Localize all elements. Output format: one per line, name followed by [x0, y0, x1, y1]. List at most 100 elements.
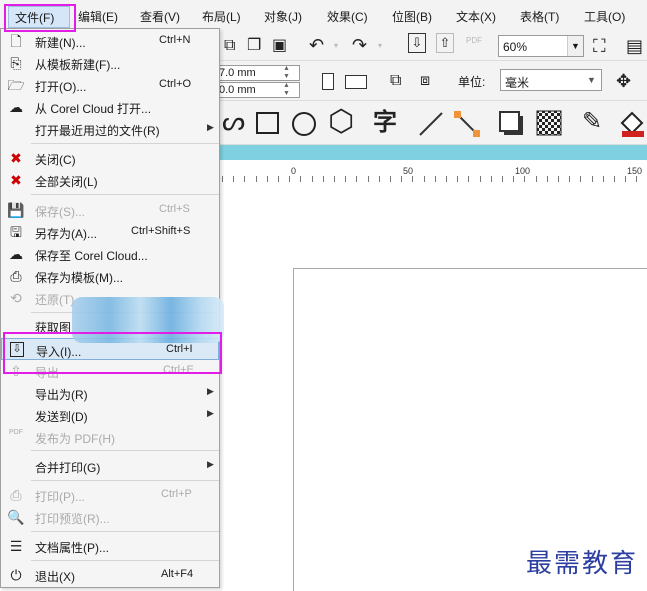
menu-item-label: 打开最近用过的文件(R) — [35, 124, 160, 138]
menu-item-label: 从模板新建(F)... — [35, 58, 121, 72]
menu-table[interactable]: 表格(T) — [520, 8, 559, 25]
unit-value: 毫米 — [505, 76, 530, 90]
drop-shadow-icon[interactable] — [497, 109, 527, 139]
folder-open-icon: 🗁 — [7, 77, 25, 93]
freehand-icon[interactable]: ᔕ — [222, 108, 245, 134]
ruler-tick — [222, 176, 223, 182]
menu-separator — [31, 560, 219, 561]
menu-item-save-as-template[interactable]: ⎙ 保存为模板(M)... — [1, 265, 219, 287]
stepper-icon[interactable]: ▲ ▼ — [283, 65, 290, 81]
height-value: 0.0 mm — [219, 84, 256, 96]
undo-dropdown-icon[interactable]: ▾ — [334, 41, 338, 50]
connector-icon[interactable] — [452, 109, 482, 139]
landscape-icon[interactable] — [345, 75, 367, 89]
stepper-icon[interactable]: ▲ ▼ — [283, 82, 290, 98]
redo-icon[interactable]: ↷ — [352, 33, 367, 57]
ruler-tick — [524, 176, 525, 182]
menu-item-new-from-template[interactable]: ⎘ 从模板新建(F)... — [1, 52, 219, 74]
rulers-icon[interactable]: ▤ — [626, 34, 643, 58]
height-field[interactable]: 0.0 mm ▲ ▼ — [214, 82, 300, 98]
menu-item-label: 保存(S)... — [35, 205, 85, 219]
unit-select[interactable]: 毫米 ▼ — [500, 69, 602, 91]
menu-item-open-recent[interactable]: 打开最近用过的文件(R) ▶ — [1, 118, 219, 140]
menu-separator — [31, 450, 219, 451]
menu-item-save[interactable]: 💾 保存(S)... Ctrl+S — [1, 199, 219, 221]
copy-icon[interactable]: ❐ — [247, 34, 261, 58]
eyedropper-icon[interactable]: ✎ — [582, 109, 602, 135]
menu-object[interactable]: 对象(J) — [264, 8, 302, 25]
menu-item-export-for[interactable]: 导出为(R) ▶ — [1, 382, 219, 404]
highlight-box-import — [3, 332, 222, 374]
menu-item-open[interactable]: 🗁 打开(O)... Ctrl+O — [1, 74, 219, 96]
ruler-tick — [278, 176, 279, 182]
revert-icon: ⟲ — [10, 290, 22, 306]
menu-item-close[interactable]: ✖ 关闭(C) — [1, 147, 219, 169]
width-field[interactable]: 7.0 mm ▲ ▼ — [214, 65, 300, 81]
menu-item-label: 打印(P)... — [35, 490, 85, 504]
menu-item-open-from-cloud[interactable]: ☁ 从 Corel Cloud 打开... — [1, 96, 219, 118]
zoom-value: 60% — [503, 40, 528, 54]
portrait-icon[interactable] — [322, 73, 334, 90]
save-as-icon: 🖫 — [10, 224, 22, 240]
undo-icon[interactable]: ↶ — [309, 33, 324, 57]
pdf-icon: PDF — [9, 429, 23, 436]
ruler-tick — [412, 176, 413, 182]
export-toolbar-icon[interactable]: ⇧ — [436, 33, 454, 53]
menu-separator — [31, 194, 219, 195]
menu-item-send-to[interactable]: 发送到(D) ▶ — [1, 404, 219, 426]
menu-item-shortcut: Ctrl+S — [159, 203, 190, 215]
ruler-tick — [558, 176, 559, 182]
zoom-select[interactable]: 60% ▼ — [498, 35, 584, 57]
all-pages-icon[interactable]: ⧉ — [390, 69, 401, 93]
menu-item-label: 发布为 PDF(H) — [35, 432, 115, 446]
ruler-tick — [502, 176, 503, 182]
cut-icon[interactable]: ⧉ — [224, 34, 235, 58]
menu-layout[interactable]: 布局(L) — [202, 8, 241, 25]
ruler-tick — [312, 176, 313, 182]
menu-bitmaps[interactable]: 位图(B) — [392, 8, 432, 25]
menu-item-save-to-cloud[interactable]: ☁ 保存至 Corel Cloud... — [1, 243, 219, 265]
menu-text[interactable]: 文本(X) — [456, 8, 496, 25]
chevron-down-icon[interactable]: ▼ — [587, 75, 596, 85]
menu-tools[interactable]: 工具(O) — [584, 8, 625, 25]
menu-item-label: 发送到(D) — [35, 410, 88, 424]
menu-view[interactable]: 查看(V) — [140, 8, 180, 25]
menubar: 文件(F) 编辑(E) 查看(V) 布局(L) 对象(J) 效果(C) 位图(B… — [0, 0, 647, 31]
menu-item-shortcut: Ctrl+P — [161, 488, 192, 500]
menu-edit[interactable]: 编辑(E) — [78, 8, 118, 25]
menu-item-document-properties[interactable]: ☰ 文档属性(P)... — [1, 535, 219, 557]
transparency-icon[interactable] — [536, 110, 562, 136]
menu-item-print-preview[interactable]: 🔍 打印预览(R)... — [1, 506, 219, 528]
redo-dropdown-icon[interactable]: ▾ — [378, 41, 382, 50]
current-page-icon[interactable]: ⧈ — [420, 69, 430, 93]
polygon-icon[interactable]: ⬡ — [328, 107, 354, 137]
ruler-tick — [569, 176, 570, 182]
line-tool-icon[interactable] — [417, 110, 445, 138]
menu-item-exit[interactable]: ⏻ 退出(X) Alt+F4 — [1, 564, 219, 586]
print-preview-icon: 🔍 — [7, 509, 25, 525]
ruler-tick — [480, 176, 481, 182]
power-icon: ⏻ — [10, 567, 22, 583]
menu-item-save-as[interactable]: 🖫 另存为(A)... Ctrl+Shift+S — [1, 221, 219, 243]
fill-icon[interactable] — [618, 109, 646, 139]
menu-item-close-all[interactable]: ✖ 全部关闭(L) — [1, 169, 219, 191]
menu-item-merge-print[interactable]: 合并打印(G) ▶ — [1, 455, 219, 477]
ellipse-icon[interactable] — [292, 112, 316, 136]
rectangle-icon[interactable] — [256, 112, 279, 134]
paste-icon[interactable]: ▣ — [272, 34, 287, 58]
text-tool-icon[interactable]: 字 — [373, 110, 397, 136]
ruler-tick — [614, 176, 615, 182]
menu-item-label: 还原(T) — [35, 293, 75, 307]
menu-effects[interactable]: 效果(C) — [327, 8, 368, 25]
menu-item-new[interactable]: 🗋 新建(N)... Ctrl+N — [1, 30, 219, 52]
chevron-down-icon[interactable]: ▼ — [567, 36, 583, 56]
menu-item-publish-pdf[interactable]: PDF 发布为 PDF(H) — [1, 426, 219, 448]
menu-item-label: 退出(X) — [35, 570, 75, 584]
nudge-icon[interactable]: ✥ — [616, 69, 631, 93]
menu-item-print[interactable]: ⎙ 打印(P)... Ctrl+P — [1, 484, 219, 506]
ruler-tick — [513, 176, 514, 182]
full-screen-icon[interactable]: ⛶ — [593, 34, 606, 58]
publish-pdf-icon[interactable]: PDF — [466, 36, 482, 45]
menu-item-label: 从 Corel Cloud 打开... — [35, 102, 152, 116]
import-toolbar-icon[interactable]: ⇩ — [408, 33, 426, 53]
